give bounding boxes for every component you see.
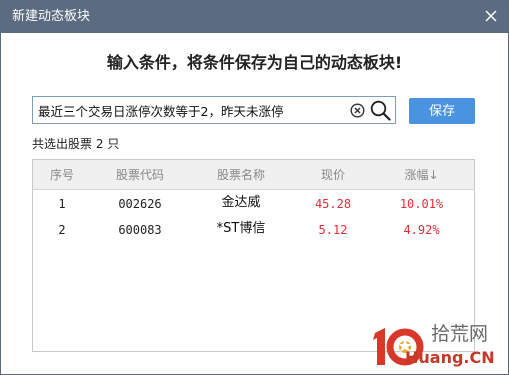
- column-header-code[interactable]: 股票代码: [95, 168, 185, 182]
- result-summary-count: 2: [95, 137, 104, 151]
- result-summary: 共选出股票 2 只: [32, 137, 119, 152]
- table-row[interactable]: 2 600083 *ST博信 5.12 4.92%: [33, 219, 474, 241]
- table-header: 序号 股票代码 股票名称 现价 涨幅↓: [33, 160, 474, 190]
- column-header-price[interactable]: 现价: [297, 168, 369, 182]
- result-summary-suffix: 只: [107, 137, 120, 151]
- watermark-logo: 拾荒网 Huang.CN: [369, 323, 505, 371]
- save-button[interactable]: 保存: [409, 98, 475, 124]
- column-header-index[interactable]: 序号: [33, 168, 91, 182]
- cell-code: 600083: [118, 223, 162, 237]
- title-bar[interactable]: 新建动态板块: [1, 1, 508, 33]
- cell-name: 金达威: [221, 195, 261, 210]
- cell-code: 002626: [118, 197, 162, 211]
- cell-index: 1: [58, 197, 66, 211]
- dialog-window: 新建动态板块 输入条件，将条件保存为自己的动态板块! 保存 共选出股票 2 只 …: [0, 0, 509, 375]
- condition-search-box: [32, 96, 396, 124]
- watermark-text-top: 拾荒网: [431, 323, 489, 345]
- column-header-change-label: 涨幅: [404, 168, 429, 182]
- cell-price: 45.28: [314, 197, 352, 211]
- cell-price: 5.12: [318, 223, 348, 237]
- condition-input[interactable]: [38, 100, 338, 120]
- column-header-change[interactable]: 涨幅↓: [369, 168, 474, 182]
- cell-change: 4.92%: [403, 223, 440, 237]
- cell-name: *ST博信: [216, 221, 266, 236]
- window-title: 新建动态板块: [12, 9, 91, 24]
- cell-change: 10.01%: [399, 197, 444, 211]
- table-row[interactable]: 1 002626 金达威 45.28 10.01%: [33, 193, 474, 215]
- clear-circle-x-icon[interactable]: [350, 103, 365, 118]
- result-summary-prefix: 共选出股票: [32, 137, 93, 151]
- column-header-name[interactable]: 股票名称: [185, 168, 297, 182]
- sort-desc-icon: ↓: [428, 168, 439, 182]
- magnifier-icon[interactable]: [370, 100, 391, 121]
- cell-index: 2: [58, 223, 66, 237]
- close-icon[interactable]: [484, 9, 498, 23]
- watermark-text-bottom: Huang.CN: [405, 348, 495, 367]
- page-heading: 输入条件，将条件保存为自己的动态板块!: [106, 53, 403, 72]
